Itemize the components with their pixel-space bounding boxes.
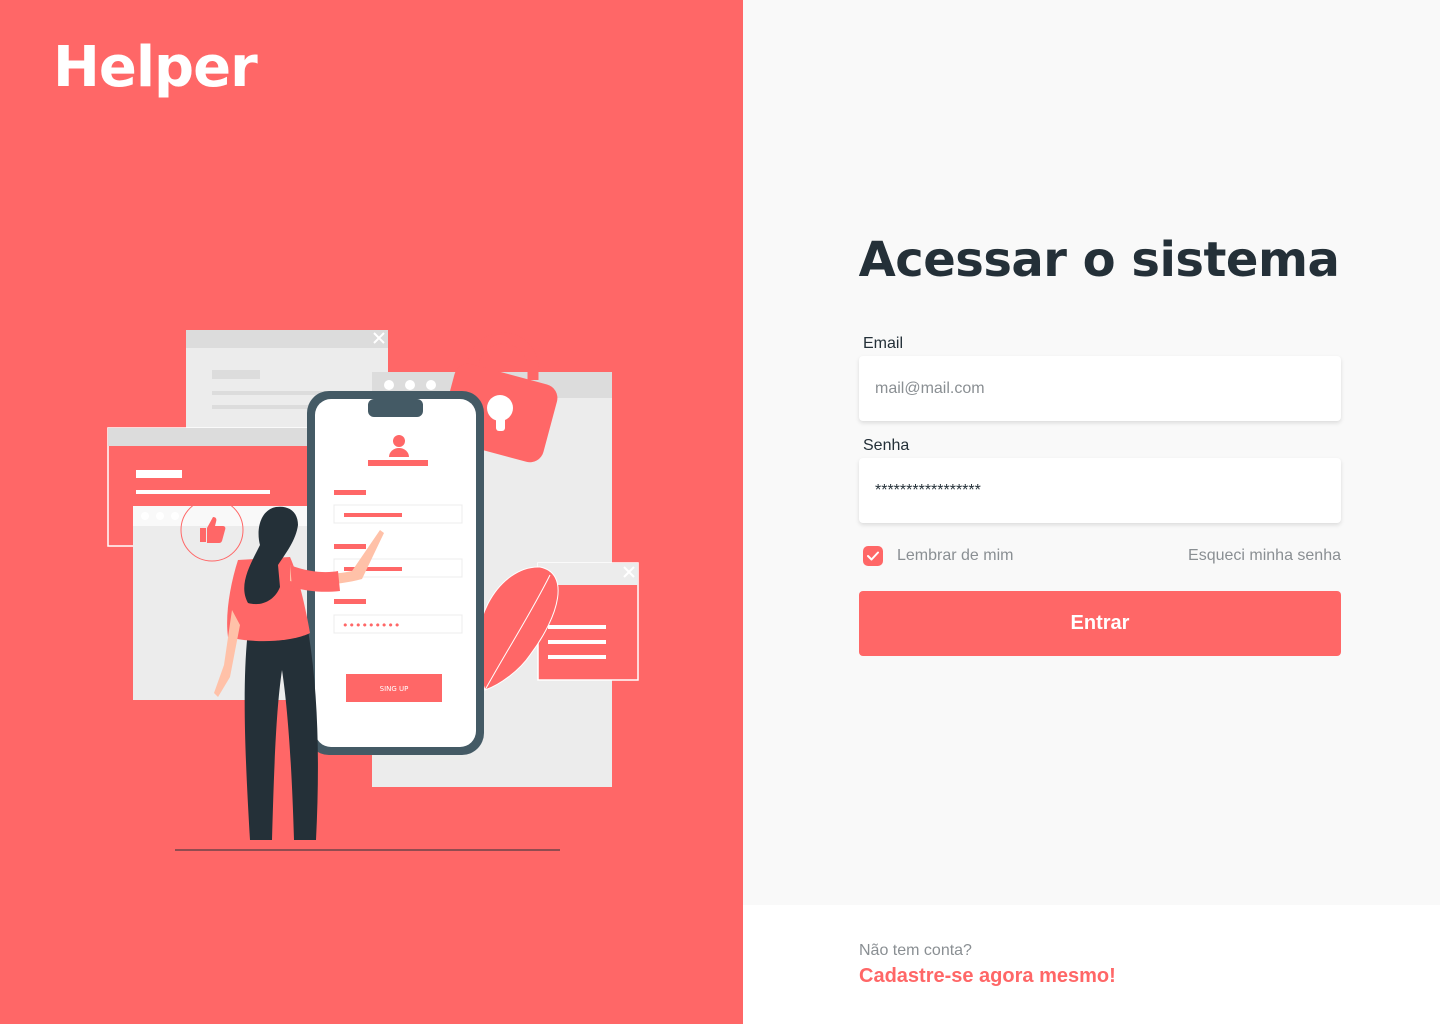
check-icon (867, 551, 879, 561)
email-label: Email (863, 335, 904, 352)
page-title: Acessar o sistema (858, 232, 1340, 288)
forgot-password-link[interactable]: Esqueci minha senha (1188, 547, 1341, 565)
remember-me-label: Lembrar de mim (897, 547, 1014, 564)
password-label: Senha (863, 437, 910, 454)
password-input[interactable] (859, 458, 1341, 523)
signup-footer: Não tem conta? Cadastre-se agora mesmo! (743, 905, 1440, 1024)
email-input[interactable] (859, 356, 1341, 421)
remember-me-checkbox[interactable]: Lembrar de mim (863, 546, 1013, 566)
login-button[interactable]: Entrar (859, 591, 1341, 656)
svg-text:SING UP: SING UP (380, 685, 409, 693)
login-illustration: ••••••••• SING UP (107, 330, 639, 851)
no-account-text: Não tem conta? (859, 942, 972, 959)
checkbox-box[interactable] (863, 546, 883, 566)
login-panel: Acessar o sistema Email Senha Lembrar de… (743, 0, 1440, 905)
svg-text:•••••••••: ••••••••• (342, 619, 400, 632)
signup-link[interactable]: Cadastre-se agora mesmo! (859, 965, 1116, 988)
brand-panel: Helper ••••••••• SING UP (0, 0, 743, 1024)
logo: Helper (53, 35, 258, 100)
